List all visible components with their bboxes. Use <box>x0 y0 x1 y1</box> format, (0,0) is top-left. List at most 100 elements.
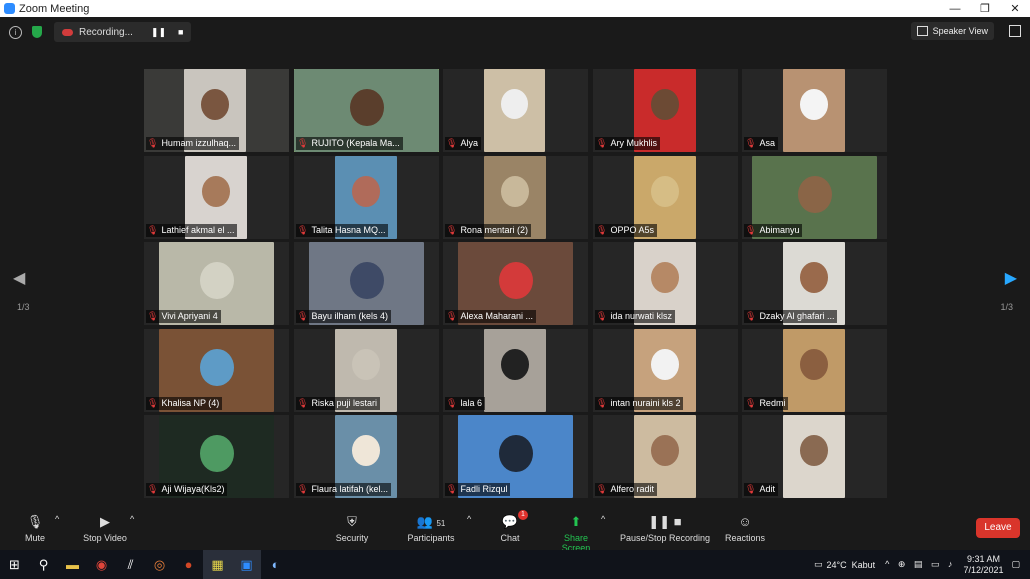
participants-button[interactable]: 👥 51 Participants <box>405 514 457 543</box>
participant-tile[interactable]: 🎙 ida nurwati klsz <box>593 242 738 325</box>
participant-name-label: 🎙 RUJITO (Kepala Ma... <box>296 137 403 150</box>
participant-tile[interactable]: 🎙 RUJITO (Kepala Ma... <box>294 69 439 152</box>
participant-tile[interactable]: 🎙 Talita Hasna MQ... <box>294 156 439 239</box>
participant-name: Alexa Maharani ... <box>460 311 533 321</box>
participant-tile[interactable]: 🎙 Alya <box>443 69 588 152</box>
muted-microphone-icon: 🎙 <box>147 138 159 148</box>
cloud-recording-icon <box>62 28 73 36</box>
participant-figure <box>202 176 230 207</box>
participants-options-chevron-icon[interactable]: ^ <box>467 514 471 524</box>
participant-tile[interactable]: 🎙 Flaura latifah (kel... <box>294 415 439 498</box>
info-icon[interactable]: i <box>9 25 22 39</box>
participant-tile[interactable]: 🎙 Fadli Rizqul <box>443 415 588 498</box>
next-page-arrow-icon[interactable]: ▶ <box>1005 268 1017 288</box>
video-options-chevron-icon[interactable]: ^ <box>130 514 134 524</box>
page-indicator-right: 1/3 <box>1000 302 1013 312</box>
participant-figure <box>651 349 679 380</box>
app-icon[interactable]: ⫽ <box>116 550 145 579</box>
fullscreen-icon[interactable] <box>1009 25 1021 37</box>
notifications-icon[interactable]: ▢ <box>1011 559 1020 570</box>
muted-microphone-icon: 🎙 <box>745 398 757 408</box>
audio-options-chevron-icon[interactable]: ^ <box>55 514 59 524</box>
participant-tile[interactable]: 🎙 Humam izzulhaq... <box>144 69 289 152</box>
share-options-chevron-icon[interactable]: ^ <box>601 514 605 524</box>
participant-name-label: 🎙 intan nuraini kls 2 <box>595 397 684 410</box>
muted-microphone-icon: 🎙 <box>446 484 458 494</box>
participant-figure <box>800 435 828 466</box>
encryption-shield-icon[interactable] <box>32 26 42 38</box>
participant-tile[interactable]: 🎙 Khalisa NP (4) <box>144 329 289 412</box>
participant-tile[interactable]: 🎙 Lathief akmal el ... <box>144 156 289 239</box>
participant-tile[interactable]: 🎙 Vivi Apriyani 4 <box>144 242 289 325</box>
participant-name: Humam izzulhaq... <box>161 138 236 148</box>
reactions-button[interactable]: ☺ Reactions <box>724 514 766 543</box>
minimize-button[interactable]: — <box>940 3 970 15</box>
participant-tile[interactable]: 🎙 Riska puji lestari <box>294 329 439 412</box>
participant-tile[interactable]: 🎙 Alfero radit <box>593 415 738 498</box>
video-camera-icon: ▶ <box>100 514 110 529</box>
muted-microphone-icon: 🎙 <box>596 484 608 494</box>
pause-stop-recording-label: Pause/Stop Recording <box>619 533 711 543</box>
restore-button[interactable]: ❐ <box>970 2 1000 15</box>
participant-name-label: 🎙 OPPO A5s <box>595 224 657 237</box>
participant-tile[interactable]: 🎙 Ary Mukhlis <box>593 69 738 152</box>
participant-name-label: 🎙 Abimanyu <box>744 224 803 237</box>
chrome-icon[interactable]: ◉ <box>87 550 116 579</box>
system-tray: ▭ 24°C Kabut ^ ⊕ ▤ ▭ ♪ 9:31 AM 7/12/2021… <box>814 550 1030 579</box>
meeting-toolbar: 🎙 Mute ^ ▶ Stop Video ^ ⛨ Security 👥 51 … <box>0 508 1030 553</box>
participant-tile[interactable]: 🎙 lala 6 <box>443 329 588 412</box>
participant-tile[interactable]: 🎙 Adit <box>742 415 887 498</box>
stop-video-button[interactable]: ▶ Stop Video <box>80 514 130 543</box>
participant-figure <box>199 435 234 473</box>
security-button[interactable]: ⛨ Security <box>333 514 371 543</box>
participant-figure <box>352 349 380 380</box>
participant-figure <box>199 262 234 300</box>
clock[interactable]: 9:31 AM 7/12/2021 <box>963 554 1003 576</box>
muted-microphone-icon: 🎙 <box>297 225 309 235</box>
participant-tile[interactable]: 🎙 Redmi <box>742 329 887 412</box>
participant-tile[interactable]: 🎙 Rona mentari (2) <box>443 156 588 239</box>
participant-tile[interactable]: 🎙 Alexa Maharani ... <box>443 242 588 325</box>
chat-button[interactable]: 💬 1 Chat <box>498 510 528 543</box>
grid-view-icon <box>916 26 928 36</box>
meeting-top-bar: i Recording... ❚❚ ■ Speaker View <box>0 17 1030 47</box>
muted-microphone-icon: 🎙 <box>745 311 757 321</box>
participant-tile[interactable]: 🎙 Dzaky Al ghafari ... <box>742 242 887 325</box>
participant-tile[interactable]: 🎙 intan nuraini kls 2 <box>593 329 738 412</box>
participant-name-label: 🎙 Riska puji lestari <box>296 397 380 410</box>
participant-tile[interactable]: 🎙 Bayu ilham (kels 4) <box>294 242 439 325</box>
stop-video-label: Stop Video <box>83 533 127 543</box>
leave-button[interactable]: Leave <box>976 518 1020 538</box>
windows-start-icon[interactable]: ⊞ <box>0 550 29 579</box>
speaker-view-label: Speaker View <box>932 26 988 36</box>
window-title-bar: Zoom Meeting — ❐ ✕ <box>0 0 1030 17</box>
camera-app-icon[interactable]: ◎ <box>145 550 174 579</box>
speaker-view-button[interactable]: Speaker View <box>910 22 994 40</box>
participant-tile[interactable]: 🎙 OPPO A5s <box>593 156 738 239</box>
pause-recording-icon[interactable]: ❚❚ <box>151 27 166 38</box>
participant-tile[interactable]: 🎙 Aji Wijaya(Kls2) <box>144 415 289 498</box>
participant-figure <box>352 176 380 207</box>
muted-microphone-icon: 🎙 <box>297 398 309 408</box>
powerpoint-icon[interactable]: ● <box>174 550 203 579</box>
participant-tile[interactable]: 🎙 Abimanyu <box>742 156 887 239</box>
participants-label: Participants <box>407 533 455 543</box>
tray-icons[interactable]: ^ ⊕ ▤ ▭ ♪ <box>885 559 955 570</box>
media-app-icon[interactable]: ▦ <box>203 550 232 579</box>
browser-icon[interactable]: ◐ <box>261 550 290 579</box>
participants-count: 51 <box>436 519 446 528</box>
participant-name: Vivi Apriyani 4 <box>161 311 218 321</box>
previous-page-arrow-icon[interactable]: ◀ <box>13 268 25 288</box>
participant-tile[interactable]: 🎙 Asa <box>742 69 887 152</box>
mute-button[interactable]: 🎙 Mute <box>22 514 48 543</box>
participant-name-label: 🎙 ida nurwati klsz <box>595 310 675 323</box>
stop-recording-icon[interactable]: ■ <box>178 27 183 37</box>
muted-microphone-icon: 🎙 <box>745 484 757 494</box>
zoom-taskbar-icon[interactable]: ▣ <box>232 550 261 579</box>
participant-name: Talita Hasna MQ... <box>311 225 386 235</box>
close-window-button[interactable]: ✕ <box>1000 2 1030 15</box>
pause-stop-recording-button[interactable]: ❚❚ ■ Pause/Stop Recording <box>619 514 711 543</box>
search-icon[interactable]: ⚲ <box>29 550 58 579</box>
file-explorer-icon[interactable]: ▬ <box>58 550 87 579</box>
share-screen-button[interactable]: ⬆ Share Screen <box>549 514 603 553</box>
